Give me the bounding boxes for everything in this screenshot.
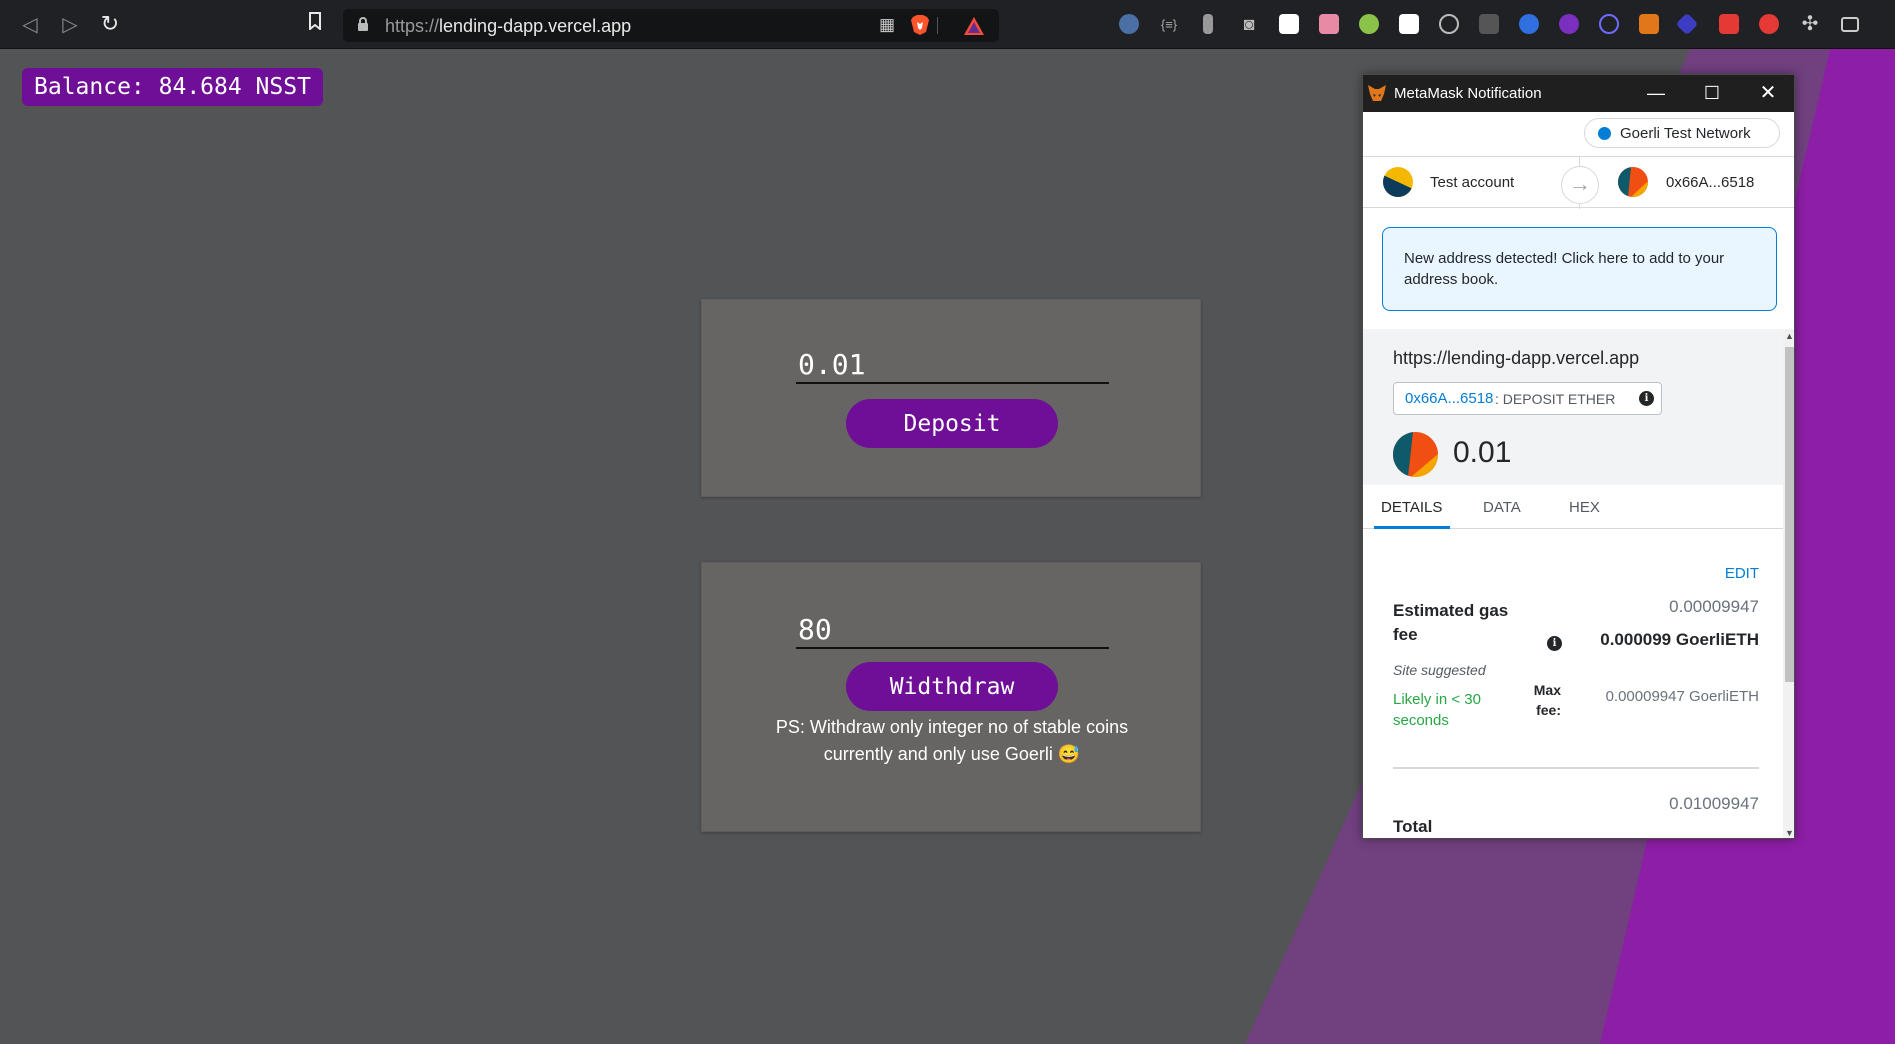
purple-diamond-extension-icon[interactable] — [1675, 12, 1699, 36]
contract-address-link[interactable]: 0x66A...6518 — [1405, 390, 1493, 407]
network-status-dot — [1598, 127, 1611, 140]
to-account-avatar — [1618, 167, 1648, 197]
arrow-right-icon: → — [1561, 166, 1599, 204]
info-icon[interactable]: i — [1639, 391, 1654, 406]
maximize-icon[interactable]: ☐ — [1684, 75, 1740, 112]
url-divider — [937, 17, 938, 34]
scroll-up-icon[interactable]: ▲ — [1783, 329, 1794, 343]
details-panel: EDIT Estimated gas fee i 0.00009947 0.00… — [1363, 529, 1783, 838]
deposit-button[interactable]: Deposit — [846, 399, 1058, 448]
at-extension-icon[interactable] — [1599, 14, 1619, 34]
deposit-card: Deposit — [701, 299, 1201, 497]
total-label: Total — [1393, 817, 1433, 836]
json-extension-icon[interactable]: {≡} — [1157, 13, 1181, 37]
chart-extension-icon[interactable] — [1399, 14, 1419, 34]
gray-extension-icon[interactable] — [1479, 14, 1499, 34]
w-extension-icon[interactable] — [1559, 14, 1579, 34]
from-account-avatar — [1383, 167, 1413, 197]
wallet-icon[interactable] — [1841, 17, 1859, 32]
gas-fee-secondary: 0.00009947 — [1669, 597, 1759, 616]
gas-fee-primary: 0.000099 GoerliETH — [1600, 630, 1759, 649]
recipient-identicon — [1393, 432, 1438, 477]
balance-badge: Balance: 84.684 NSST — [22, 68, 323, 106]
metamask-notification-window: MetaMask Notification — ☐ ✕ Goerli Test … — [1362, 74, 1795, 839]
likely-time-label: Likely in < 30 seconds — [1393, 691, 1481, 729]
bookmark-icon[interactable] — [303, 12, 327, 36]
estimated-gas-fee-label: Estimated gas fee — [1393, 601, 1509, 644]
puzzle-extensions-icon[interactable]: ✣ — [1798, 12, 1822, 36]
mouse-extension-icon[interactable] — [1203, 14, 1213, 34]
transaction-tabs: DETAILS DATA HEX — [1363, 485, 1783, 529]
off-extension-icon[interactable] — [1759, 14, 1779, 34]
scrollbar[interactable]: ▲ ▼ — [1783, 329, 1794, 838]
tab-data[interactable]: DATA — [1483, 499, 1521, 516]
metamask-extension-icon[interactable] — [1639, 14, 1659, 34]
metamask-fox-icon — [1367, 83, 1387, 103]
withdraw-note: PS: Withdraw only integer no of stable c… — [775, 717, 1129, 764]
withdraw-card: Widthdraw PS: Withdraw only integer no o… — [701, 562, 1201, 832]
network-selector[interactable]: Goerli Test Network — [1584, 118, 1780, 148]
transaction-body: https://lending-dapp.vercel.app 0x66A...… — [1363, 329, 1783, 838]
green-dot-extension-icon[interactable] — [1279, 14, 1299, 34]
tab-details[interactable]: DETAILS — [1381, 499, 1442, 516]
tab-hex[interactable]: HEX — [1569, 499, 1600, 516]
edit-gas-link[interactable]: EDIT — [1725, 565, 1759, 582]
window-titlebar: MetaMask Notification — ☐ ✕ — [1363, 75, 1794, 112]
pink-extension-icon[interactable] — [1319, 14, 1339, 34]
back-icon[interactable]: ◁ — [18, 13, 42, 37]
blue-globe-extension-icon[interactable] — [1519, 14, 1539, 34]
browser-toolbar: ◁ ▷ ↻ https://lending-dapp.vercel.app ▦ … — [0, 0, 1895, 49]
cursor-extension-icon[interactable] — [1119, 14, 1139, 34]
max-fee-value: 0.00009947 GoerliETH — [1605, 688, 1759, 705]
total-value: 0.01009947 — [1669, 794, 1759, 813]
address-bar[interactable]: https://lending-dapp.vercel.app ▦ — [343, 9, 999, 42]
withdraw-button[interactable]: Widthdraw — [846, 662, 1058, 711]
close-icon[interactable]: ✕ — [1740, 75, 1794, 112]
camera-extension-icon[interactable]: ◙ — [1237, 12, 1261, 36]
window-title: MetaMask Notification — [1394, 85, 1542, 102]
target-extension-icon[interactable] — [1439, 14, 1459, 34]
brave-shield-icon[interactable] — [910, 14, 930, 41]
gas-info-icon[interactable]: i — [1547, 636, 1562, 651]
method-pill: 0x66A...6518 : DEPOSIT ETHER i — [1393, 382, 1662, 415]
to-account-address[interactable]: 0x66A...6518 — [1666, 174, 1754, 191]
max-fee-label: Max fee: — [1533, 682, 1561, 718]
reload-icon[interactable]: ↻ — [98, 12, 122, 36]
network-name: Goerli Test Network — [1620, 125, 1751, 142]
scroll-thumb[interactable] — [1785, 347, 1794, 682]
lock-icon — [358, 17, 368, 31]
method-name: : DEPOSIT ETHER — [1495, 391, 1616, 407]
withdraw-amount-input[interactable] — [796, 611, 1109, 649]
new-address-alert[interactable]: New address detected! Click here to add … — [1382, 227, 1777, 311]
qr-grid-icon[interactable]: ▦ — [875, 13, 899, 37]
transaction-amount: 0.01 — [1453, 436, 1512, 469]
scroll-down-icon[interactable]: ▼ — [1783, 826, 1794, 838]
deposit-amount-input[interactable] — [796, 346, 1109, 384]
plus-extension-icon[interactable] — [1359, 14, 1379, 34]
minimize-icon[interactable]: — — [1628, 75, 1684, 112]
sender-recipient-bar: Test account → 0x66A...6518 — [1363, 156, 1794, 209]
site-suggested-label: Site suggested — [1393, 662, 1486, 678]
brave-rewards-icon[interactable] — [963, 16, 985, 41]
details-divider — [1393, 767, 1759, 769]
url-text: https://lending-dapp.vercel.app — [385, 16, 632, 36]
origin-url: https://lending-dapp.vercel.app — [1393, 348, 1640, 368]
red-extension-icon[interactable] — [1719, 14, 1739, 34]
forward-icon[interactable]: ▷ — [58, 13, 82, 37]
from-account-name[interactable]: Test account — [1430, 174, 1514, 191]
